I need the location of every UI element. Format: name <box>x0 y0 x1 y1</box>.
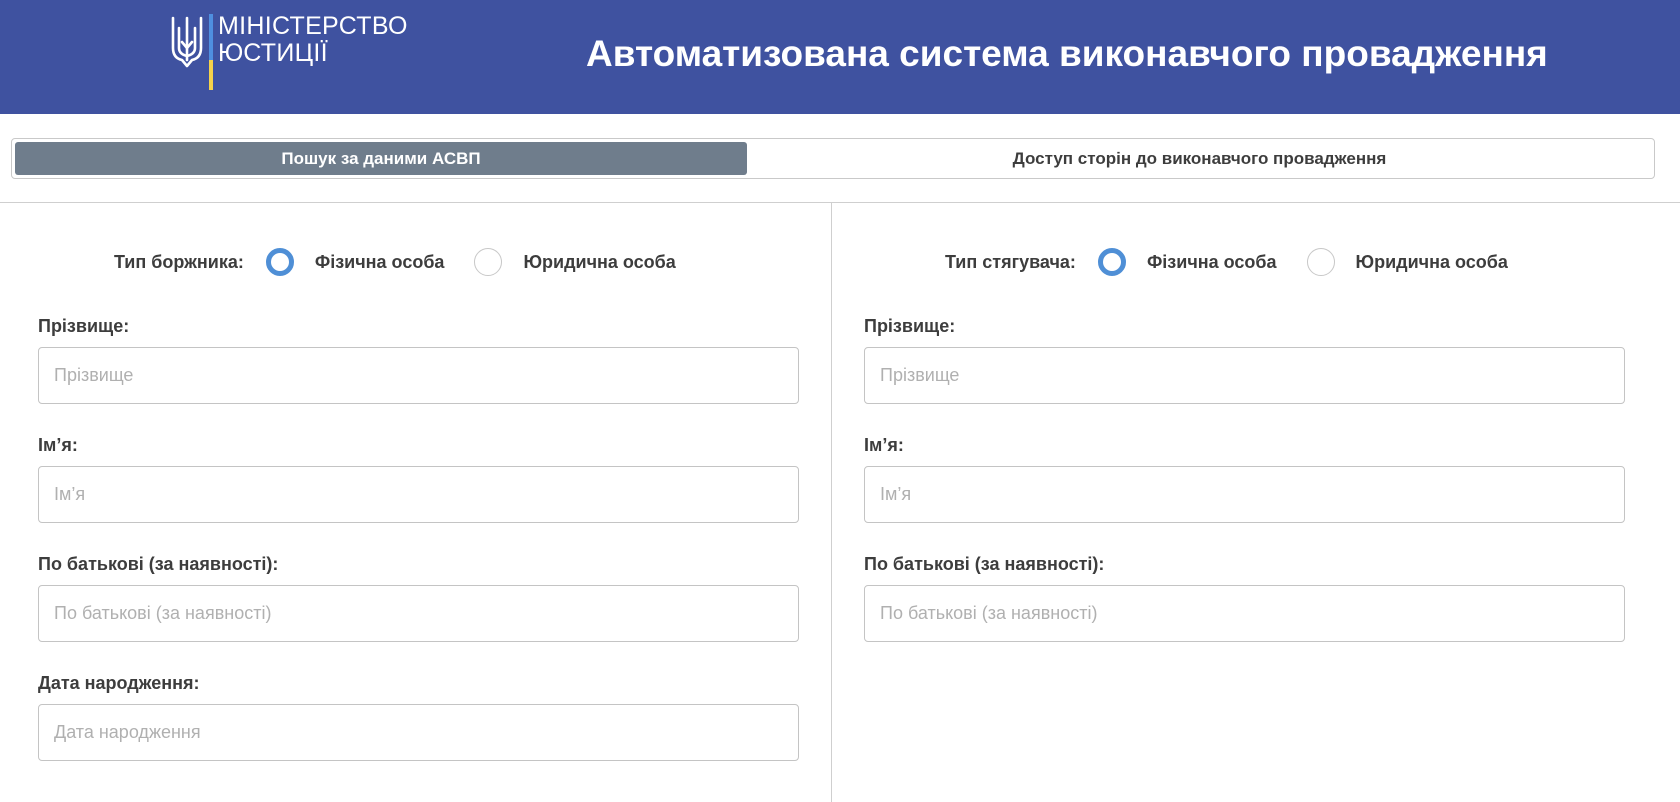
flag-bar <box>209 14 213 90</box>
tab-party-access[interactable]: Доступ сторін до виконавчого провадження <box>747 142 1652 175</box>
debtor-birthdate-input[interactable] <box>38 704 799 761</box>
debtor-name-input[interactable] <box>38 466 799 523</box>
ministry-name-line1: МІНІСТЕРСТВО <box>218 12 408 40</box>
debtor-legal-radio[interactable] <box>474 248 503 276</box>
debtor-individual-label[interactable]: Фізична особа <box>315 252 445 273</box>
collector-individual-radio[interactable] <box>1097 248 1126 276</box>
app-header: МІНІСТЕРСТВО ЮСТИЦІЇ Автоматизована сист… <box>0 0 1680 114</box>
collector-type-group: Тип стягувача: Фізична особа Юридична ос… <box>945 246 1538 278</box>
collector-individual-label[interactable]: Фізична особа <box>1147 252 1277 273</box>
column-divider <box>831 203 832 802</box>
debtor-legal-label[interactable]: Юридична особа <box>523 252 675 273</box>
debtor-birthdate-label: Дата народження: <box>38 673 200 693</box>
ministry-name-line2: ЮСТИЦІЇ <box>218 39 328 67</box>
debtor-name-label: Ім’я: <box>38 435 78 455</box>
collector-legal-radio[interactable] <box>1306 248 1335 276</box>
debtor-surname-input[interactable] <box>38 347 799 404</box>
debtor-patronymic-label: По батькові (за наявності): <box>38 554 279 574</box>
tab-search-asvp[interactable]: Пошук за даними АСВП <box>15 142 747 175</box>
debtor-patronymic-input[interactable] <box>38 585 799 642</box>
debtor-type-label: Тип боржника: <box>114 251 244 272</box>
collector-type-label: Тип стягувача: <box>945 251 1076 272</box>
ministry-name: МІНІСТЕРСТВО ЮСТИЦІЇ <box>218 13 408 67</box>
section-divider <box>0 202 1680 203</box>
ministry-logo[interactable]: МІНІСТЕРСТВО ЮСТИЦІЇ <box>170 13 407 94</box>
trident-coat-of-arms-icon <box>171 16 203 68</box>
debtor-type-group: Тип боржника: Фізична особа Юридична осо… <box>114 246 706 278</box>
collector-legal-label[interactable]: Юридична особа <box>1356 252 1508 273</box>
collector-patronymic-label: По батькові (за наявності): <box>864 554 1105 574</box>
debtor-individual-radio[interactable] <box>265 248 294 276</box>
collector-name-input[interactable] <box>864 466 1625 523</box>
collector-patronymic-input[interactable] <box>864 585 1625 642</box>
collector-surname-input[interactable] <box>864 347 1625 404</box>
page-title: Автоматизована система виконавчого прова… <box>586 33 1548 74</box>
search-mode-tabs: Пошук за даними АСВП Доступ сторін до ви… <box>11 138 1655 179</box>
collector-surname-label: Прізвище: <box>864 316 956 336</box>
collector-name-label: Ім’я: <box>864 435 904 455</box>
debtor-surname-label: Прізвище: <box>38 316 130 336</box>
